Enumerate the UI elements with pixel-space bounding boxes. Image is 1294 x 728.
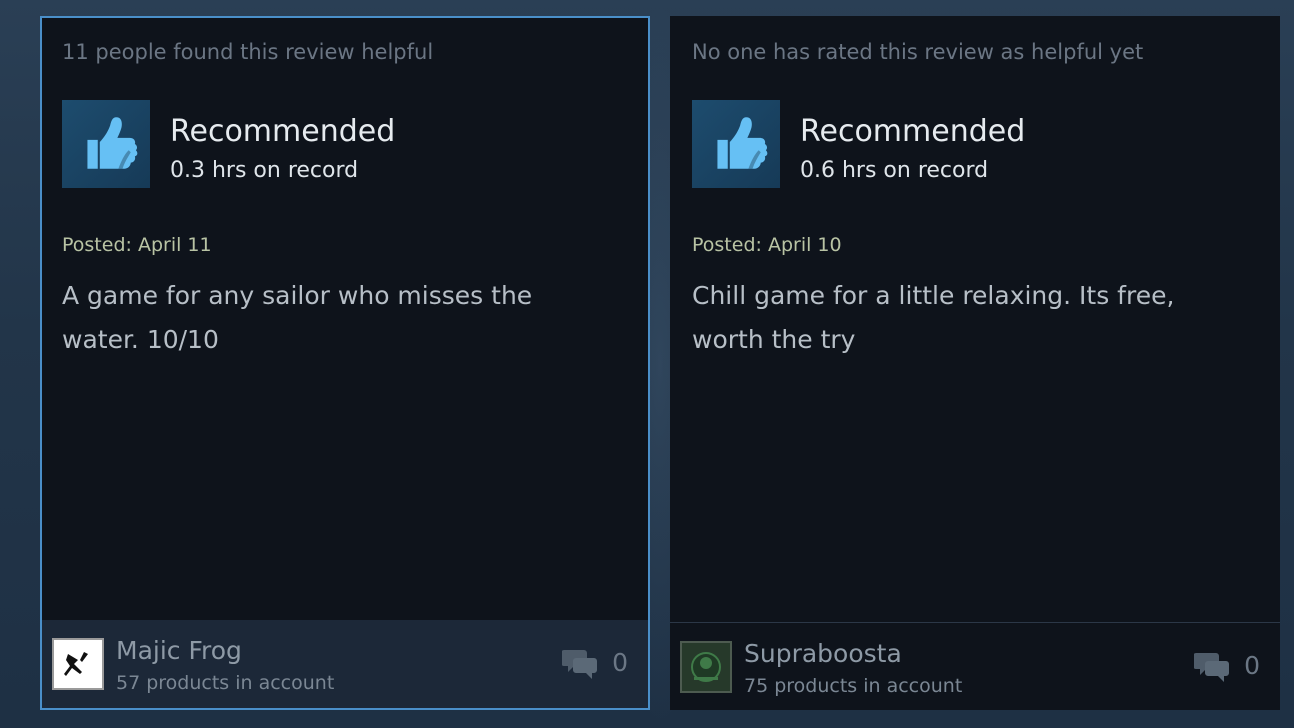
review-text: A game for any sailor who misses the wat… bbox=[62, 281, 533, 354]
verdict-label: Recommended bbox=[800, 114, 1026, 149]
hours-on-record: 0.6 hrs on record bbox=[800, 158, 989, 183]
author-name[interactable]: Supraboosta bbox=[744, 639, 902, 668]
review-body[interactable]: No one has rated this review as helpful … bbox=[670, 16, 1280, 622]
avatar[interactable] bbox=[52, 638, 104, 690]
comments-icon[interactable] bbox=[561, 646, 598, 680]
comment-count: 0 bbox=[1244, 651, 1260, 680]
review-footer: Majic Frog 57 products in account 0 bbox=[42, 620, 648, 708]
verdict-label: Recommended bbox=[170, 114, 396, 149]
helpful-count: 11 people found this review helpful bbox=[62, 40, 434, 64]
review-card[interactable]: No one has rated this review as helpful … bbox=[670, 16, 1280, 710]
products-count: 75 products in account bbox=[744, 675, 963, 697]
products-count: 57 products in account bbox=[116, 672, 335, 694]
avatar[interactable] bbox=[680, 641, 732, 693]
review-text: Chill game for a little relaxing. Its fr… bbox=[692, 281, 1175, 354]
thumbs-up-icon bbox=[692, 100, 780, 188]
comments-icon[interactable] bbox=[1193, 649, 1230, 683]
thumbs-up-icon bbox=[62, 100, 150, 188]
author-name[interactable]: Majic Frog bbox=[116, 636, 242, 665]
review-card[interactable]: 11 people found this review helpful Reco… bbox=[40, 16, 650, 710]
posted-date: Posted: April 10 bbox=[692, 234, 842, 256]
helpful-count: No one has rated this review as helpful … bbox=[692, 40, 1144, 64]
review-footer: Supraboosta 75 products in account 0 bbox=[670, 622, 1280, 710]
hours-on-record: 0.3 hrs on record bbox=[170, 158, 359, 183]
comment-count: 0 bbox=[612, 648, 628, 677]
review-body[interactable]: 11 people found this review helpful Reco… bbox=[42, 18, 648, 620]
posted-date: Posted: April 11 bbox=[62, 234, 212, 256]
